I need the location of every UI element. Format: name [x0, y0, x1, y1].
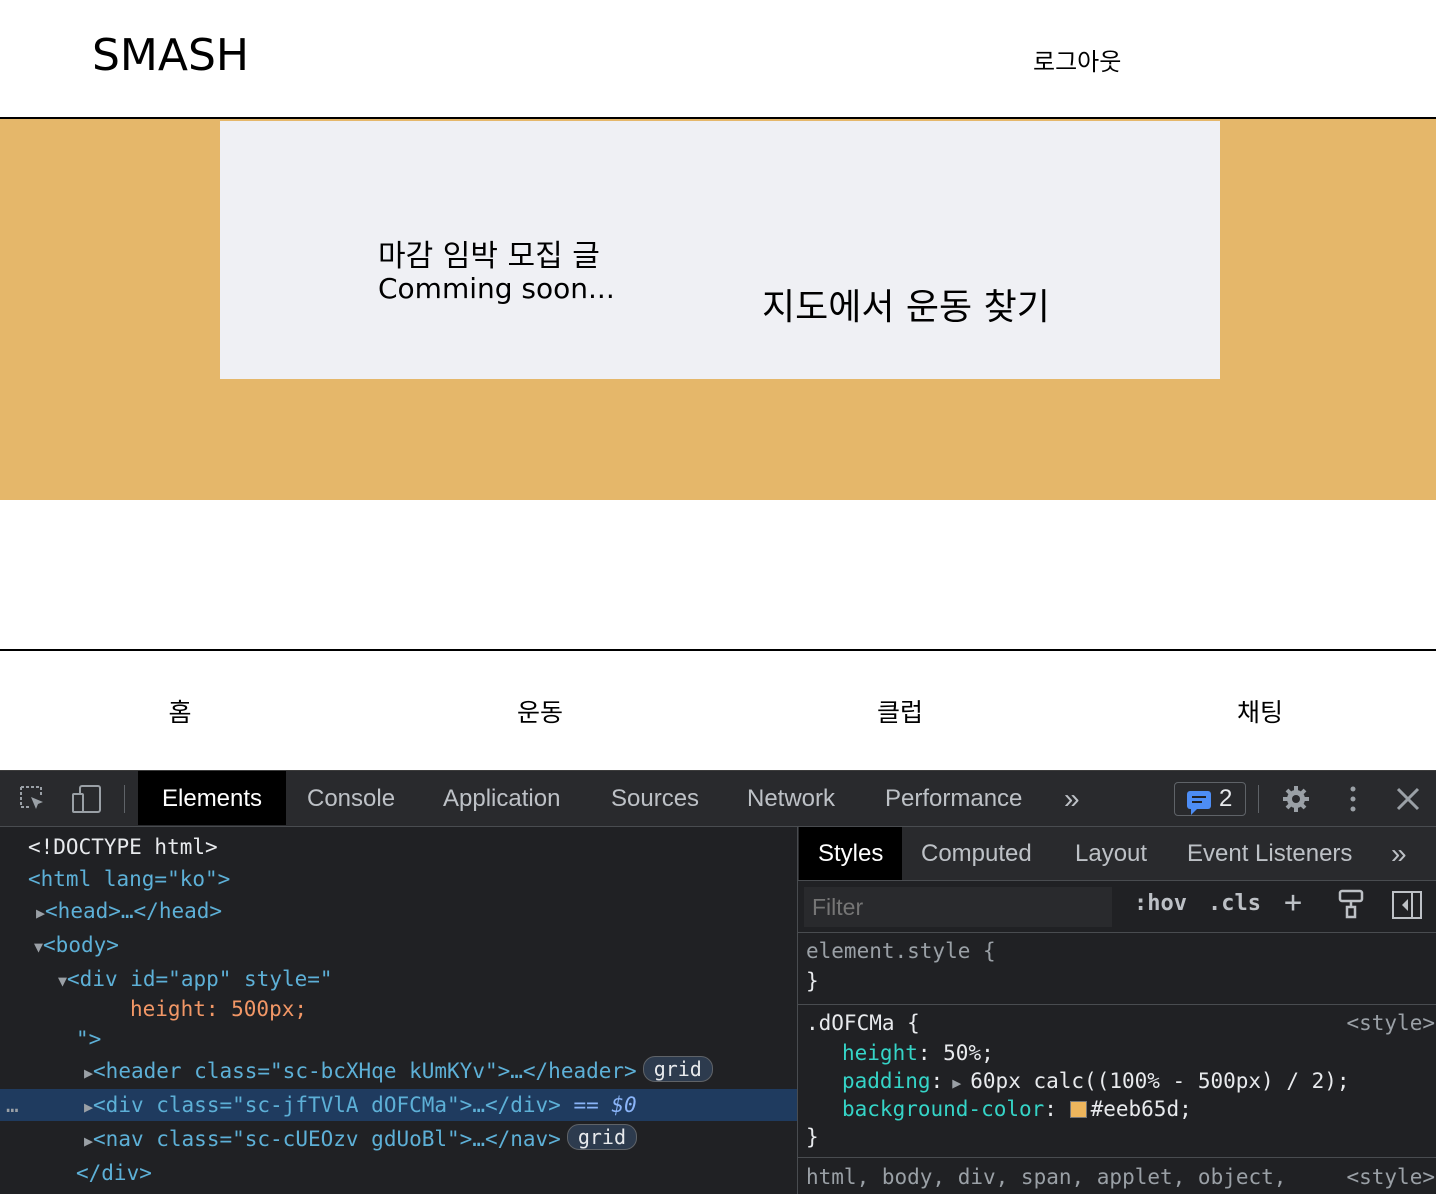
toolbar-separator: [1258, 785, 1259, 813]
site-logo[interactable]: SMASH: [92, 30, 249, 81]
devtools-toolbar: Elements Console Application Sources Net…: [0, 771, 1436, 827]
issues-count: 2: [1219, 785, 1233, 812]
close-icon[interactable]: [1393, 784, 1423, 814]
device-toolbar-icon[interactable]: [70, 784, 101, 814]
tab-elements[interactable]: Elements: [138, 771, 287, 825]
message-icon: [1187, 791, 1211, 815]
more-tabs-chevron-icon[interactable]: »: [1040, 771, 1104, 825]
dom-header-node[interactable]: ▶<header class="sc-bcXHqe kUmKYv">…</hea…: [84, 1055, 713, 1087]
rule-selector[interactable]: .dOFCMa {: [806, 1009, 920, 1037]
color-swatch-icon[interactable]: [1069, 1101, 1087, 1118]
tab-network[interactable]: Network: [723, 771, 859, 825]
dom-head-node[interactable]: ▶<head>…</head>: [36, 895, 222, 927]
expand-triangle-icon[interactable]: ▶: [943, 1074, 970, 1092]
tab-layout[interactable]: Layout: [1056, 827, 1166, 880]
grid-badge[interactable]: grid: [566, 1124, 637, 1150]
settings-gear-icon[interactable]: [1281, 784, 1311, 814]
coming-soon-text: Comming soon...: [378, 272, 615, 305]
dom-app-style-close: ">: [76, 1027, 102, 1051]
tab-sources[interactable]: Sources: [587, 771, 723, 825]
rule-close-brace: }: [806, 1125, 819, 1149]
nav-item-exercise[interactable]: 운동: [480, 693, 600, 729]
inherited-source-link[interactable]: <style>: [1346, 1163, 1435, 1191]
dom-doctype[interactable]: <!DOCTYPE html>: [28, 831, 218, 863]
new-rule-plus-icon[interactable]: +: [1284, 885, 1302, 920]
dom-app-style: height: 500px;: [130, 997, 308, 1021]
dom-nav-node[interactable]: ▶<nav class="sc-cUEOzv gdUoBl">…</nav> gr…: [84, 1123, 637, 1155]
tab-application[interactable]: Application: [419, 771, 584, 825]
dom-div-close: </div>: [76, 1161, 152, 1185]
devtools-panel: Elements Console Application Sources Net…: [0, 770, 1436, 1194]
tab-console[interactable]: Console: [283, 771, 419, 825]
site-header: SMASH 로그아웃: [0, 0, 1436, 119]
rule-divider: [798, 1004, 1436, 1005]
elements-dom-tree: <!DOCTYPE html> <html lang="ko"> ▶<head>…: [0, 827, 797, 1194]
hover-state-toggle[interactable]: :hov: [1134, 891, 1187, 916]
nav-item-club[interactable]: 클럽: [840, 693, 960, 729]
find-exercise-on-map-link[interactable]: 지도에서 운동 찾기: [762, 278, 1050, 330]
dom-app-node[interactable]: ▼<div id="app" style=": [58, 963, 333, 995]
paint-roller-icon[interactable]: [1338, 889, 1364, 925]
dom-html-node[interactable]: <html lang="ko">: [28, 863, 230, 895]
more-options-dots[interactable]: …: [6, 1089, 19, 1121]
styles-filter-input[interactable]: [804, 887, 1112, 927]
more-vert-icon[interactable]: [1338, 784, 1368, 814]
issues-button[interactable]: 2: [1174, 782, 1246, 816]
styles-sidebar-tabs: Styles Computed Layout Event Listeners »: [798, 827, 1436, 881]
tab-event-listeners[interactable]: Event Listeners: [1168, 827, 1371, 880]
tab-computed[interactable]: Computed: [902, 827, 1051, 880]
dom-selected-div-node[interactable]: … ▶<div class="sc-jfTVlA dOFCMa">…</div> …: [0, 1089, 797, 1121]
element-style-selector[interactable]: element.style {: [806, 937, 996, 965]
rule-source-link[interactable]: <style>: [1346, 1009, 1435, 1037]
tab-performance[interactable]: Performance: [861, 771, 1046, 825]
deadline-posts-title: 마감 임박 모집 글: [378, 239, 600, 274]
inspect-element-icon[interactable]: [18, 784, 48, 814]
nav-item-chat[interactable]: 채팅: [1200, 693, 1320, 729]
tab-styles[interactable]: Styles: [799, 827, 903, 880]
banner-card: 마감 임박 모집 글 Comming soon... 지도에서 운동 찾기: [220, 121, 1220, 379]
css-declaration-padding[interactable]: padding: ▶ 60px calc((100% - 500px) / 2)…: [842, 1067, 1350, 1095]
css-declaration-background-color[interactable]: background-color: #eeb65d;: [842, 1095, 1192, 1123]
inherited-selector[interactable]: html, body, div, span, applet, object,: [806, 1163, 1286, 1191]
bottom-nav: 홈 운동 클럽 채팅: [0, 649, 1436, 770]
class-toggle[interactable]: .cls: [1208, 891, 1261, 916]
main-banner: 마감 임박 모집 글 Comming soon... 지도에서 운동 찾기: [0, 119, 1436, 500]
logout-button[interactable]: 로그아웃: [1033, 42, 1121, 77]
more-tabs-chevron-icon[interactable]: »: [1372, 827, 1426, 880]
dom-body-node[interactable]: ▼<body>: [34, 929, 119, 961]
styles-sidebar: Styles Computed Layout Event Listeners »…: [797, 827, 1436, 1194]
toggle-sidebar-icon[interactable]: [1392, 891, 1422, 925]
grid-badge[interactable]: grid: [642, 1056, 713, 1082]
styles-filter-bar: :hov .cls +: [798, 881, 1436, 933]
rule-close-brace: }: [806, 969, 819, 993]
rule-divider: [798, 1157, 1436, 1158]
nav-item-home[interactable]: 홈: [120, 693, 240, 729]
toolbar-separator: [124, 785, 125, 813]
css-declaration-height[interactable]: height: 50%;: [842, 1039, 994, 1067]
